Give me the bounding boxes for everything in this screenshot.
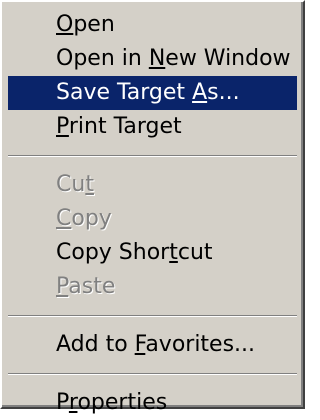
menu-separator bbox=[8, 362, 297, 386]
menu-item-label-rest: cut bbox=[177, 240, 213, 265]
menu-item-label-rest: avorites... bbox=[145, 332, 256, 357]
menu-item-label-rest: ew Window bbox=[165, 46, 291, 71]
menu-items: Open Open in New Window Save Target As..… bbox=[8, 8, 297, 420]
access-key: O bbox=[56, 12, 74, 37]
access-key: A bbox=[192, 80, 208, 105]
menu-item-print-target[interactable]: Print Target bbox=[8, 110, 297, 144]
access-key: F bbox=[134, 332, 146, 357]
menu-item-label: Cu bbox=[56, 172, 86, 197]
access-key: t bbox=[85, 172, 94, 197]
menu-item-label-rest: rint Target bbox=[68, 114, 182, 139]
access-key: P bbox=[56, 114, 69, 139]
menu-item-label-rest: aste bbox=[68, 274, 116, 299]
menu-item-label-rest: s... bbox=[207, 80, 240, 105]
access-key: C bbox=[56, 206, 72, 231]
menu-item-open[interactable]: Open bbox=[8, 8, 297, 42]
menu-separator bbox=[8, 144, 297, 168]
menu-item-properties[interactable]: Properties bbox=[8, 386, 297, 420]
access-key: t bbox=[169, 240, 178, 265]
menu-item-save-target-as[interactable]: Save Target As... bbox=[8, 76, 297, 110]
menu-item-cut: Cut bbox=[8, 168, 297, 202]
menu-item-label: Open in bbox=[56, 46, 149, 71]
menu-item-paste: Paste bbox=[8, 270, 297, 304]
menu-item-open-in-new-window[interactable]: Open in New Window bbox=[8, 42, 297, 76]
menu-item-label-rest: opy bbox=[71, 206, 112, 231]
context-menu: Open Open in New Window Save Target As..… bbox=[0, 0, 305, 415]
menu-item-copy-shortcut[interactable]: Copy Shortcut bbox=[8, 236, 297, 270]
menu-item-label-rest: operties bbox=[77, 390, 168, 415]
menu-item-label: Copy Shor bbox=[56, 240, 170, 265]
menu-item-label: Add to bbox=[56, 332, 135, 357]
menu-item-label: Save Target bbox=[56, 80, 193, 105]
menu-item-label: P bbox=[56, 390, 69, 415]
access-key: P bbox=[56, 274, 69, 299]
menu-item-add-to-favorites[interactable]: Add to Favorites... bbox=[8, 328, 297, 362]
menu-item-copy: Copy bbox=[8, 202, 297, 236]
menu-item-label-rest: pen bbox=[73, 12, 115, 37]
menu-separator bbox=[8, 304, 297, 328]
access-key: N bbox=[148, 46, 166, 71]
